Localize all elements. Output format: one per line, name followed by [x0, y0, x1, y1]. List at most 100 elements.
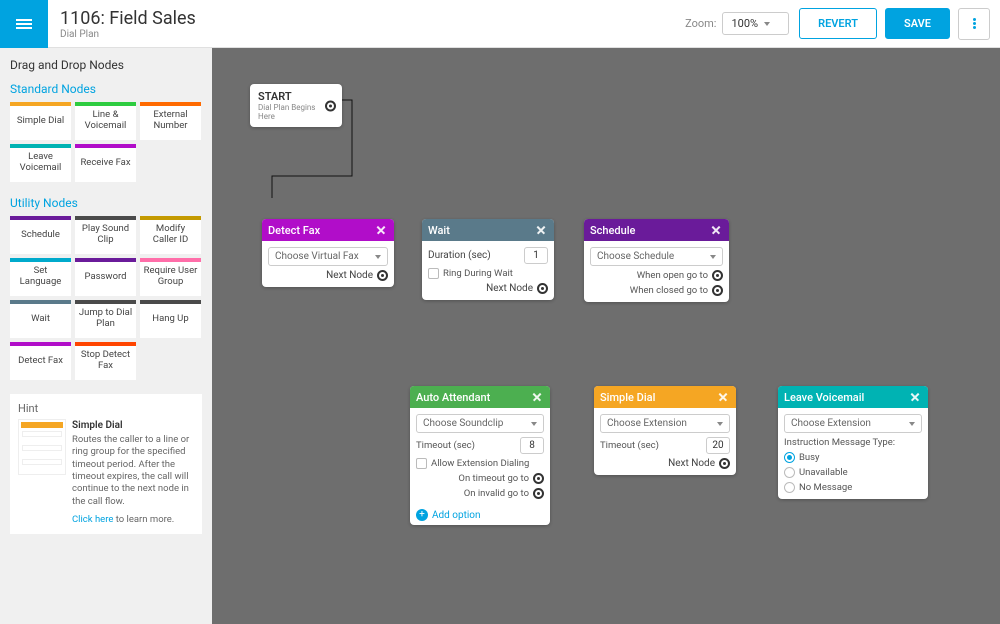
timeout-input[interactable]: 20: [706, 437, 730, 454]
auto-attendant-node[interactable]: Auto Attendant Choose Soundclip Timeout …: [410, 386, 550, 525]
node-title: Wait: [428, 224, 450, 237]
node-tile[interactable]: Set Language: [10, 258, 71, 296]
close-icon: [530, 390, 544, 404]
flow-canvas[interactable]: START Dial Plan Begins Here Detect Fax C…: [212, 48, 1000, 624]
duration-input[interactable]: 1: [524, 247, 548, 264]
output-port[interactable]: [537, 283, 548, 294]
node-tile[interactable]: Require User Group: [140, 258, 201, 296]
instruction-label: Instruction Message Type:: [784, 437, 922, 448]
save-button[interactable]: SAVE: [885, 8, 950, 39]
sidebar-title: Drag and Drop Nodes: [10, 58, 202, 72]
timeout-input[interactable]: 8: [520, 437, 544, 454]
on-invalid-label: On invalid go to: [464, 488, 529, 499]
radio-unavailable-label: Unavailable: [799, 467, 848, 478]
detect-fax-node[interactable]: Detect Fax Choose Virtual Fax Next Node: [262, 219, 394, 287]
close-button[interactable]: [374, 223, 388, 237]
node-tile[interactable]: Hang Up: [140, 300, 201, 338]
node-tile[interactable]: Play Sound Clip: [75, 216, 136, 254]
node-title: Schedule: [590, 224, 635, 237]
wait-node[interactable]: Wait Duration (sec)1 Ring During Wait Ne…: [422, 219, 554, 300]
radio-unavailable[interactable]: [784, 467, 795, 478]
node-tile[interactable]: Receive Fax: [75, 144, 136, 182]
output-port-closed[interactable]: [712, 285, 723, 296]
output-port[interactable]: [325, 100, 336, 111]
node-tile[interactable]: Password: [75, 258, 136, 296]
allow-ext-label: Allow Extension Dialing: [431, 458, 529, 469]
start-node[interactable]: START Dial Plan Begins Here: [250, 84, 342, 127]
output-port[interactable]: [719, 458, 730, 469]
simple-dial-node[interactable]: Simple Dial Choose Extension Timeout (se…: [594, 386, 736, 475]
extension-select[interactable]: Choose Extension: [600, 414, 730, 433]
node-tile[interactable]: Jump to Dial Plan: [75, 300, 136, 338]
radio-busy[interactable]: [784, 452, 795, 463]
more-button[interactable]: [958, 8, 990, 40]
close-button[interactable]: [716, 390, 730, 404]
allow-ext-checkbox[interactable]: [416, 458, 427, 469]
hint-thumbnail: [18, 419, 66, 475]
page-title: 1106: Field Sales: [60, 8, 196, 29]
sidebar: Drag and Drop Nodes Standard Nodes Simpl…: [0, 48, 212, 624]
close-icon: [374, 223, 388, 237]
node-tile[interactable]: Line & Voicemail: [75, 102, 136, 140]
node-tile[interactable]: Detect Fax: [10, 342, 71, 380]
output-port-open[interactable]: [712, 270, 723, 281]
close-button[interactable]: [908, 390, 922, 404]
page-subtitle: Dial Plan: [60, 29, 196, 40]
node-tile[interactable]: Modify Caller ID: [140, 216, 201, 254]
app-header: 1106: Field Sales Dial Plan Zoom: 100% R…: [0, 0, 1000, 48]
hint-body-text: Routes the caller to a line or ring grou…: [72, 434, 189, 507]
close-icon: [534, 223, 548, 237]
open-label: When open go to: [637, 270, 708, 281]
node-title: Detect Fax: [268, 224, 320, 237]
node-title: Auto Attendant: [416, 391, 490, 404]
node-tile[interactable]: Simple Dial: [10, 102, 71, 140]
radio-no-message[interactable]: [784, 482, 795, 493]
timeout-label: Timeout (sec): [416, 440, 475, 451]
zoom-label: Zoom:: [685, 17, 716, 30]
output-port[interactable]: [377, 270, 388, 281]
hint-box: Hint Simple Dial Routes the caller to a …: [10, 394, 202, 534]
virtual-fax-select[interactable]: Choose Virtual Fax: [268, 247, 388, 266]
close-icon: [709, 223, 723, 237]
close-button[interactable]: [534, 223, 548, 237]
node-tile[interactable]: Leave Voicemail: [10, 144, 71, 182]
hint-title: Simple Dial: [72, 419, 194, 432]
standard-nodes-grid: Simple DialLine & VoicemailExternal Numb…: [10, 102, 202, 182]
soundclip-select[interactable]: Choose Soundclip: [416, 414, 544, 433]
duration-label: Duration (sec): [428, 250, 491, 261]
node-tile[interactable]: Schedule: [10, 216, 71, 254]
hint-label: Hint: [18, 402, 194, 415]
hamburger-icon: [16, 17, 32, 31]
schedule-node[interactable]: Schedule Choose Schedule When open go to…: [584, 219, 729, 302]
node-tile[interactable]: Wait: [10, 300, 71, 338]
start-subtitle: Dial Plan Begins Here: [258, 103, 318, 121]
node-tile[interactable]: External Number: [140, 102, 201, 140]
revert-button[interactable]: REVERT: [799, 8, 877, 39]
output-port-timeout[interactable]: [533, 473, 544, 484]
next-node-label: Next Node: [486, 283, 533, 294]
close-button[interactable]: [530, 390, 544, 404]
node-tile[interactable]: Stop Detect Fax: [75, 342, 136, 380]
zoom-select[interactable]: 100%: [722, 12, 789, 35]
next-node-label: Next Node: [668, 458, 715, 469]
hint-text: Simple Dial Routes the caller to a line …: [72, 419, 194, 526]
next-node-label: Next Node: [326, 270, 373, 281]
start-title: START: [258, 90, 318, 103]
radio-busy-label: Busy: [799, 452, 820, 463]
extension-select[interactable]: Choose Extension: [784, 414, 922, 433]
close-button[interactable]: [709, 223, 723, 237]
chevron-down-icon: [764, 22, 770, 26]
menu-button[interactable]: [0, 0, 48, 48]
add-option-button[interactable]: + Add option: [410, 505, 550, 525]
utility-nodes-grid: SchedulePlay Sound ClipModify Caller ID S…: [10, 216, 202, 380]
radio-no-message-label: No Message: [799, 482, 852, 493]
title-block: 1106: Field Sales Dial Plan: [48, 8, 196, 40]
close-icon: [908, 390, 922, 404]
output-port-invalid[interactable]: [533, 488, 544, 499]
schedule-select[interactable]: Choose Schedule: [590, 247, 723, 266]
standard-nodes-label: Standard Nodes: [10, 82, 202, 96]
hint-link[interactable]: Click here to learn more.: [72, 514, 194, 526]
ring-checkbox[interactable]: [428, 268, 439, 279]
kebab-icon: [973, 17, 976, 30]
leave-voicemail-node[interactable]: Leave Voicemail Choose Extension Instruc…: [778, 386, 928, 499]
